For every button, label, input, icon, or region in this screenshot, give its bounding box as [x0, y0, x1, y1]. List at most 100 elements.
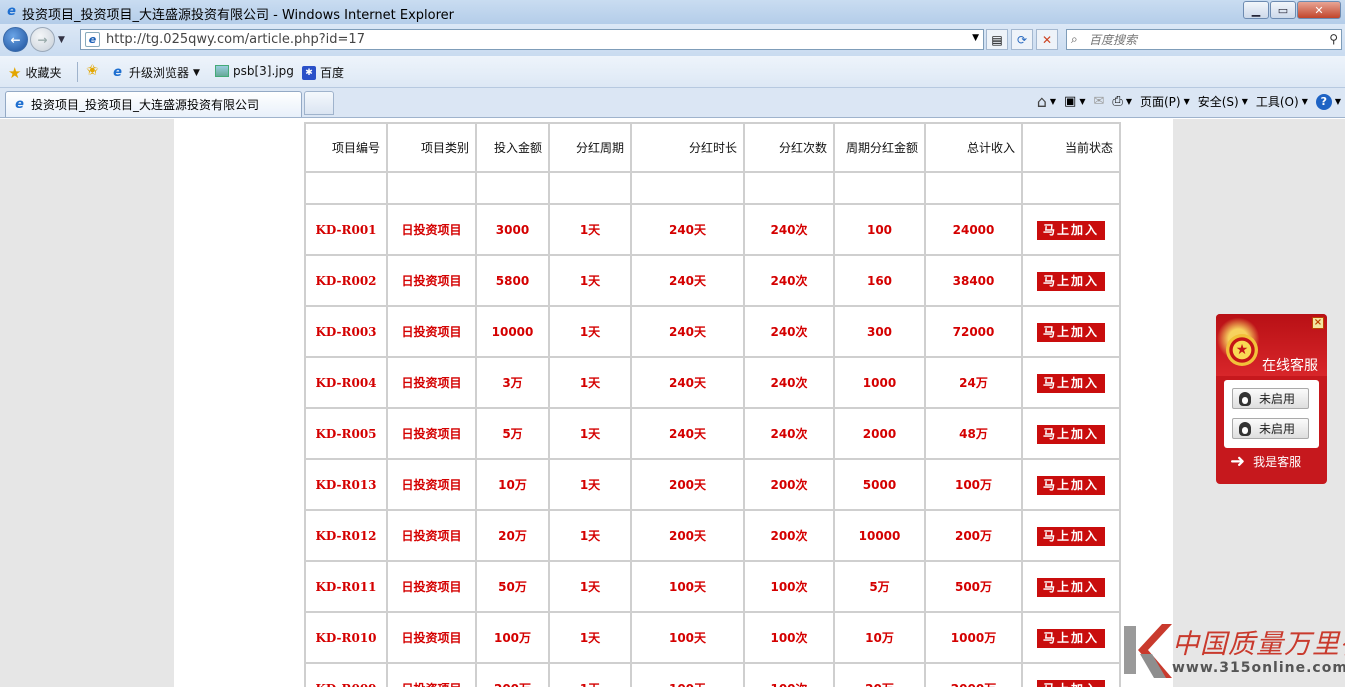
cell-status: 马上加入: [1023, 358, 1119, 407]
cell-cycle: 1天: [550, 358, 630, 407]
search-icon[interactable]: ⚲: [1329, 32, 1338, 46]
stop-icon[interactable]: ✕: [1036, 29, 1058, 50]
join-now-button[interactable]: 马上加入: [1036, 271, 1105, 291]
cell-total-income: 100万: [926, 460, 1021, 509]
table-row: KD-R013 日投资项目 10万 1天 200天 200次 5000 100万 马上加入: [306, 460, 1119, 509]
blank-cell: [477, 173, 548, 203]
tab-label: 投资项目_投资项目_大连盛源投资有限公司: [31, 98, 260, 112]
cell-total-income: 500万: [926, 562, 1021, 611]
qq-contact-button-2[interactable]: 未启用: [1232, 418, 1309, 439]
favorite-label: 升级浏览器: [129, 66, 190, 80]
address-dropdown-icon[interactable]: ▼: [972, 33, 979, 43]
forward-button[interactable]: →: [30, 27, 55, 52]
blank-cell: [306, 173, 386, 203]
safety-menu[interactable]: 安全(S) ▼: [1198, 93, 1248, 110]
cell-duration: 240天: [632, 256, 743, 305]
ie-logo-icon: e: [7, 4, 16, 19]
ie-page-icon: e: [113, 65, 122, 80]
favorite-psb-image[interactable]: psb[3].jpg: [215, 64, 294, 78]
favorite-upgrade-browser[interactable]: e 升级浏览器 ▼: [110, 64, 200, 81]
cell-project-type: 日投资项目: [388, 511, 475, 560]
feeds-button[interactable]: ▣ ▼: [1064, 94, 1085, 109]
join-now-button[interactable]: 马上加入: [1036, 220, 1105, 240]
join-now-button[interactable]: 马上加入: [1036, 526, 1105, 546]
print-button[interactable]: ⎙ ▼: [1112, 94, 1132, 109]
join-now-button[interactable]: 马上加入: [1036, 322, 1105, 342]
cell-count: 240次: [745, 307, 833, 356]
search-input[interactable]: [1089, 31, 1309, 48]
cell-status: 马上加入: [1023, 664, 1119, 687]
cell-total-income: 2000万: [926, 664, 1021, 687]
back-button[interactable]: ←: [3, 27, 28, 52]
table-row: KD-R010 日投资项目 100万 1天 100天 100次 10万 1000万 马上加入: [306, 613, 1119, 662]
cell-duration: 240天: [632, 358, 743, 407]
i-am-service-link[interactable]: ➜ 我是客服: [1230, 452, 1301, 470]
cell-cycle: 1天: [550, 307, 630, 356]
safety-menu-label: 安全(S): [1197, 95, 1239, 109]
header-cycle: 分红周期: [550, 124, 630, 171]
search-box[interactable]: ⌕ ⚲: [1066, 29, 1342, 50]
emblem-icon: ★: [1226, 334, 1258, 366]
header-duration: 分红时长: [632, 124, 743, 171]
tools-menu[interactable]: 工具(O) ▼: [1256, 93, 1308, 110]
tools-menu-label: 工具(O): [1255, 95, 1299, 109]
help-button[interactable]: ? ▼: [1315, 93, 1341, 110]
favorite-baidu[interactable]: ✱ 百度: [302, 64, 344, 81]
close-icon[interactable]: ×: [1312, 317, 1324, 329]
qq-contact-label: 未启用: [1259, 422, 1296, 436]
join-now-button[interactable]: 马上加入: [1036, 373, 1105, 393]
investment-table: 项目编号 项目类别 投入金额 分红周期 分红时长 分红次数 周期分红金额 总计收…: [304, 122, 1121, 687]
cell-cycle-dividend: 2000: [835, 409, 924, 458]
page-menu[interactable]: 页面(P) ▼: [1140, 93, 1190, 110]
refresh-icon[interactable]: ⟳: [1011, 29, 1033, 50]
favorites-button[interactable]: ★ 收藏夹: [8, 64, 61, 81]
add-favorite-button[interactable]: ✬: [86, 63, 99, 78]
join-now-button[interactable]: 马上加入: [1036, 679, 1105, 687]
join-now-button[interactable]: 马上加入: [1036, 475, 1105, 495]
watermark: 中国质量万里行 www.315online.com: [1122, 618, 1345, 687]
cell-cycle-dividend: 300: [835, 307, 924, 356]
cell-duration: 100天: [632, 562, 743, 611]
new-tab-button[interactable]: [304, 91, 334, 115]
cell-project-id: KD-R011: [306, 562, 386, 611]
mail-button[interactable]: ✉: [1094, 94, 1105, 109]
cell-duration: 100天: [632, 664, 743, 687]
minimize-button[interactable]: ▁: [1243, 1, 1269, 19]
cell-amount: 20万: [477, 511, 548, 560]
cell-count: 240次: [745, 256, 833, 305]
favorites-separator: [77, 62, 78, 82]
cell-cycle: 1天: [550, 562, 630, 611]
cell-cycle-dividend: 5万: [835, 562, 924, 611]
blank-cell: [388, 173, 475, 203]
chevron-down-icon: ▼: [1079, 97, 1086, 106]
chevron-down-icon: ▼: [1241, 97, 1248, 106]
header-total-income: 总计收入: [926, 124, 1021, 171]
qq-contact-button-1[interactable]: 未启用: [1232, 388, 1309, 409]
join-now-button[interactable]: 马上加入: [1036, 628, 1105, 648]
history-dropdown-icon[interactable]: ▼: [58, 35, 65, 45]
cell-amount: 200万: [477, 664, 548, 687]
cell-status: 马上加入: [1023, 460, 1119, 509]
printer-icon: ⎙: [1112, 94, 1123, 109]
join-now-button[interactable]: 马上加入: [1036, 424, 1105, 444]
home-button[interactable]: ⌂ ▼: [1037, 92, 1056, 111]
maximize-button[interactable]: ▭: [1270, 1, 1296, 19]
address-bar[interactable]: e http://tg.025qwy.com/article.php?id=17…: [80, 29, 984, 50]
watermark-site: www.315online.com: [1172, 660, 1345, 676]
cell-total-income: 48万: [926, 409, 1021, 458]
compatibility-view-icon[interactable]: ▤: [986, 29, 1008, 50]
cell-cycle-dividend: 5000: [835, 460, 924, 509]
watermark-brand: 中国质量万里行: [1172, 629, 1345, 660]
cell-cycle: 1天: [550, 511, 630, 560]
tab-current[interactable]: e 投资项目_投资项目_大连盛源投资有限公司: [5, 91, 302, 117]
cell-project-id: KD-R013: [306, 460, 386, 509]
join-now-button[interactable]: 马上加入: [1036, 577, 1105, 597]
cell-total-income: 24000: [926, 205, 1021, 254]
cell-amount: 50万: [477, 562, 548, 611]
address-url[interactable]: http://tg.025qwy.com/article.php?id=17: [106, 32, 365, 47]
blank-cell: [835, 173, 924, 203]
cell-cycle-dividend: 10000: [835, 511, 924, 560]
cell-duration: 240天: [632, 307, 743, 356]
table-row: KD-R012 日投资项目 20万 1天 200天 200次 10000 200万 马上加入: [306, 511, 1119, 560]
close-window-button[interactable]: ✕: [1297, 1, 1341, 19]
